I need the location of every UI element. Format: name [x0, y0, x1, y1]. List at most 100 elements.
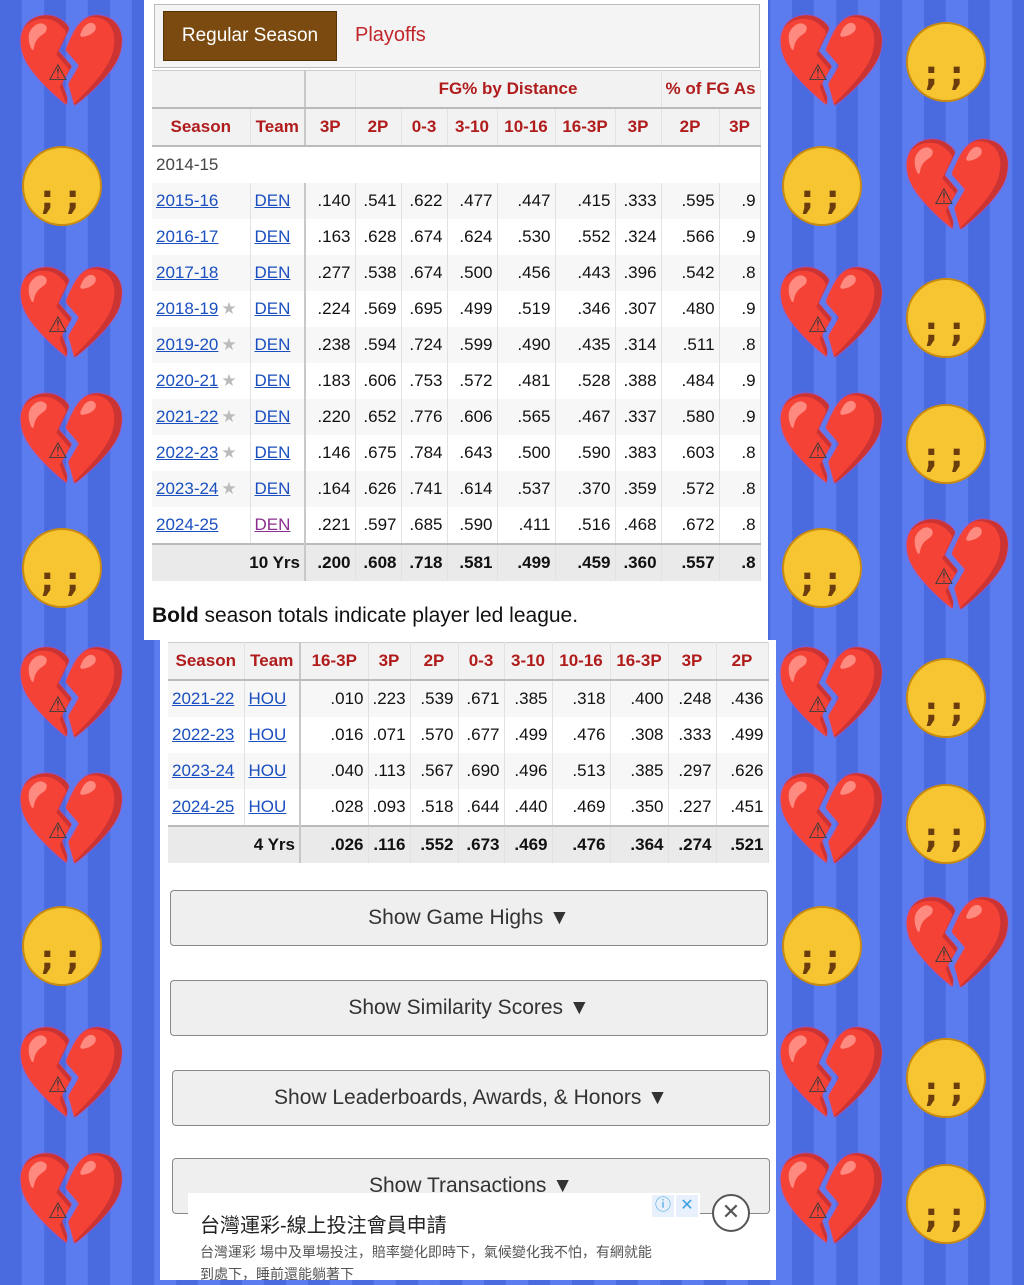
season-link[interactable]: 2020-21 [156, 371, 218, 390]
stat-cell: .383 [615, 435, 662, 471]
column-header[interactable]: 3-10 [447, 107, 498, 147]
ad-info-icon[interactable]: ⓘ [652, 1195, 674, 1217]
total-stat-cell: .581 [447, 543, 498, 581]
broken-heart-icon: 💔 [14, 1028, 129, 1131]
stat-cell: .690 [458, 753, 505, 789]
broken-heart-icon: 💔 [774, 1028, 889, 1131]
season-link[interactable]: 2017-18 [156, 263, 218, 282]
stat-cell: .238 [305, 327, 356, 363]
season-link[interactable]: 2016-17 [156, 227, 218, 246]
stat-cell: .9 [719, 291, 761, 327]
stat-cell: .499 [447, 291, 498, 327]
column-header[interactable]: 3P [368, 642, 411, 681]
table-row: 2016-17 DEN .163.628.674.624.530.552.324.5… [152, 219, 761, 255]
column-header[interactable]: 16-3P [300, 642, 369, 681]
season-link[interactable]: 2018-19 [156, 299, 218, 318]
column-header[interactable]: Season [168, 642, 245, 681]
show-leaderboards-button[interactable]: Show Leaderboards, Awards, & Honors ▼ [172, 1070, 770, 1126]
ad-close-icon[interactable]: ✕ [676, 1195, 698, 1217]
table-row: 2021-22 ★ DEN .220.652.776.606.565.467.337.… [152, 399, 761, 435]
column-header[interactable]: Team [250, 107, 306, 147]
crying-face-icon [776, 522, 864, 624]
table-row: 2017-18 DEN .277.538.674.500.456.443.396.5… [152, 255, 761, 291]
season-link[interactable]: 2022-23 [172, 725, 234, 744]
column-header[interactable]: 3P [305, 107, 356, 147]
total-stat-cell: .8 [719, 543, 761, 581]
regular-season-shooting-table: FG% by Distance % of FG As Season Team 3P 2… [152, 70, 761, 581]
column-header[interactable]: 2P [355, 107, 402, 147]
team-link[interactable]: DEN [255, 371, 291, 390]
column-header[interactable]: 10-16 [552, 642, 611, 681]
team-link[interactable]: DEN [255, 515, 291, 534]
show-game-highs-button[interactable]: Show Game Highs ▼ [170, 890, 768, 946]
team-link[interactable]: HOU [249, 761, 287, 780]
season-link[interactable]: 2024-25 [156, 515, 218, 534]
season-link[interactable]: 2019-20 [156, 335, 218, 354]
season-link[interactable]: 2015-16 [156, 191, 218, 210]
team-link[interactable]: DEN [255, 191, 291, 210]
stat-cell: .467 [555, 399, 616, 435]
team-link[interactable]: DEN [255, 407, 291, 426]
season-link[interactable]: 2023-24 [156, 479, 218, 498]
column-header[interactable]: 3P [615, 107, 662, 147]
broken-heart-icon: 💔 [774, 648, 889, 751]
stat-cell: .223 [368, 680, 411, 717]
stat-cell: .590 [447, 507, 498, 544]
stat-cell: .436 [716, 680, 769, 717]
broken-heart-icon: 💔 [900, 520, 1015, 623]
tab-playoffs[interactable]: Playoffs [355, 11, 426, 59]
column-header[interactable]: 2P [410, 642, 459, 681]
column-header[interactable]: 0-3 [401, 107, 448, 147]
stat-cell: .518 [410, 789, 459, 826]
team-link[interactable]: DEN [255, 443, 291, 462]
team-link[interactable]: DEN [255, 227, 291, 246]
column-header[interactable]: 2P [661, 107, 720, 147]
ad-banner[interactable]: ⓘ ✕ 台灣運彩-線上投注會員申請 台灣運彩 場中及單場投注，賠率變化即時下，氣… [188, 1193, 700, 1282]
season-link[interactable]: 2021-22 [156, 407, 218, 426]
column-header[interactable]: 16-3P [610, 642, 669, 681]
broken-heart-icon: 💔 [900, 898, 1015, 1001]
stat-cell: .567 [410, 753, 459, 789]
total-stat-cell: .718 [401, 543, 448, 581]
team-cell: DEN [250, 291, 306, 327]
empty-season-label: 2014-15 [152, 146, 761, 183]
team-link[interactable]: HOU [249, 725, 287, 744]
ad-title[interactable]: 台灣運彩-線上投注會員申請 [200, 1209, 447, 1238]
column-header[interactable]: 3-10 [504, 642, 553, 681]
close-icon[interactable]: ✕ [712, 1194, 750, 1232]
team-link[interactable]: DEN [255, 299, 291, 318]
team-cell: DEN [250, 363, 306, 399]
tab-regular-season[interactable]: Regular Season [163, 11, 337, 61]
stat-cell: .8 [719, 507, 761, 544]
season-link[interactable]: 2024-25 [172, 797, 234, 816]
stat-cell: .9 [719, 363, 761, 399]
stat-cell: .674 [401, 255, 448, 291]
stat-cell: .530 [497, 219, 556, 255]
season-link[interactable]: 2022-23 [156, 443, 218, 462]
season-link[interactable]: 2021-22 [172, 689, 234, 708]
column-header[interactable]: 2P [716, 642, 769, 681]
column-header[interactable]: 16-3P [555, 107, 616, 147]
crying-face-icon [776, 140, 864, 242]
team-link[interactable]: DEN [255, 335, 291, 354]
team-link[interactable]: HOU [249, 797, 287, 816]
broken-heart-icon: 💔 [14, 774, 129, 877]
team-link[interactable]: DEN [255, 479, 291, 498]
column-header[interactable]: 10-16 [497, 107, 556, 147]
column-header[interactable]: 0-3 [458, 642, 505, 681]
show-similarity-scores-button[interactable]: Show Similarity Scores ▼ [170, 980, 768, 1036]
table-row: 2014-15 [152, 146, 761, 183]
team-cell: DEN [250, 327, 306, 363]
column-header[interactable]: Team [244, 642, 301, 681]
stat-cell: .8 [719, 435, 761, 471]
stat-cell: .580 [661, 399, 720, 435]
season-link[interactable]: 2023-24 [172, 761, 234, 780]
column-header[interactable]: Season [152, 107, 251, 147]
stat-cell: .016 [300, 717, 369, 753]
team-link[interactable]: DEN [255, 263, 291, 282]
team-link[interactable]: HOU [249, 689, 287, 708]
broken-heart-icon: 💔 [774, 774, 889, 877]
stat-cell: .221 [305, 507, 356, 544]
column-header[interactable]: 3P [668, 642, 717, 681]
column-header[interactable]: 3P [719, 107, 761, 147]
